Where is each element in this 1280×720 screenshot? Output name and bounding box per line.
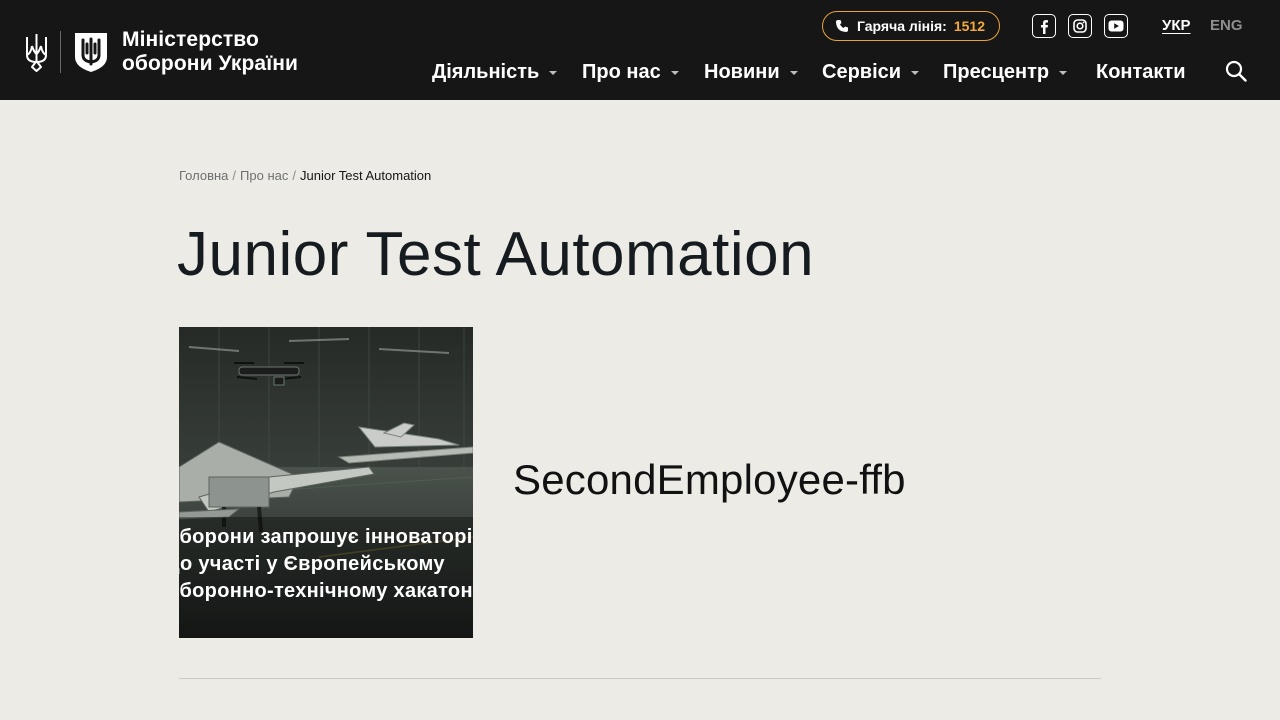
shield-emblem-icon <box>75 33 107 72</box>
facebook-icon <box>1041 19 1048 34</box>
nav-news-label: Новини <box>704 60 780 83</box>
hero-image[interactable]: оборони запрошує інноваторів до участі у… <box>179 327 473 638</box>
chevron-down-icon <box>549 71 558 75</box>
hero-caption: оборони запрошує інноваторів до участі у… <box>179 524 473 605</box>
nav-press-center-label: Пресцентр <box>943 60 1050 83</box>
facebook-link[interactable] <box>1032 14 1056 38</box>
chevron-down-icon <box>670 71 679 75</box>
logo-text: Міністерство оборони України <box>122 28 298 76</box>
nav-contacts-label: Контакти <box>1096 60 1186 83</box>
hotline-button[interactable]: Гаряча лінія: 1512 <box>822 11 1000 41</box>
nav-contacts[interactable]: Контакти <box>1096 59 1186 85</box>
nav-about[interactable]: Про нас <box>582 59 679 85</box>
trident-icon <box>26 34 47 72</box>
hotline-label: Гаряча лінія: <box>857 18 947 34</box>
breadcrumb-about[interactable]: Про нас <box>240 168 288 183</box>
nav-press-center[interactable]: Пресцентр <box>943 59 1068 85</box>
content-divider <box>179 678 1101 679</box>
hotline-number: 1512 <box>953 18 985 34</box>
nav-activity[interactable]: Діяльність <box>432 59 558 85</box>
nav-news[interactable]: Новини <box>704 59 798 85</box>
chevron-down-icon <box>789 71 798 75</box>
search-icon[interactable] <box>1225 60 1247 82</box>
site-header: Міністерство оборони України Гаряча ліні… <box>0 0 1280 100</box>
nav-activity-label: Діяльність <box>432 60 540 83</box>
breadcrumb-current: Junior Test Automation <box>299 168 432 183</box>
hero-caption-line-1: оборони запрошує інноваторів <box>179 526 473 548</box>
chevron-down-icon <box>911 71 920 75</box>
hero-caption-line-2: до участі у Європейському <box>179 553 445 575</box>
nav-about-label: Про нас <box>582 60 661 83</box>
logo-divider <box>60 31 61 73</box>
youtube-icon <box>1108 20 1124 32</box>
breadcrumb: Головна / Про нас / Junior Test Automati… <box>179 168 431 183</box>
breadcrumb-home[interactable]: Головна <box>179 168 228 183</box>
lang-eng[interactable]: ENG <box>1210 17 1243 34</box>
phone-icon <box>836 20 848 32</box>
nav-services-label: Сервіси <box>822 60 902 83</box>
hero-caption-line-3: оборонно-технічному хакатоні <box>179 580 473 602</box>
chevron-down-icon <box>1059 71 1068 75</box>
page-title: Junior Test Automation <box>177 220 815 289</box>
logo-line-1: Міністерство <box>122 28 259 51</box>
instagram-icon <box>1073 19 1087 33</box>
youtube-link[interactable] <box>1104 14 1128 38</box>
ministry-logo[interactable]: Міністерство оборони України <box>24 28 298 76</box>
employee-name: SecondEmployee-ffb <box>513 456 906 503</box>
logo-line-2: оборони України <box>122 52 298 75</box>
instagram-link[interactable] <box>1068 14 1092 38</box>
lang-ukr[interactable]: УКР <box>1162 17 1191 34</box>
nav-services[interactable]: Сервіси <box>822 59 920 85</box>
breadcrumb-separator: / <box>292 168 296 183</box>
breadcrumb-separator: / <box>232 168 237 183</box>
